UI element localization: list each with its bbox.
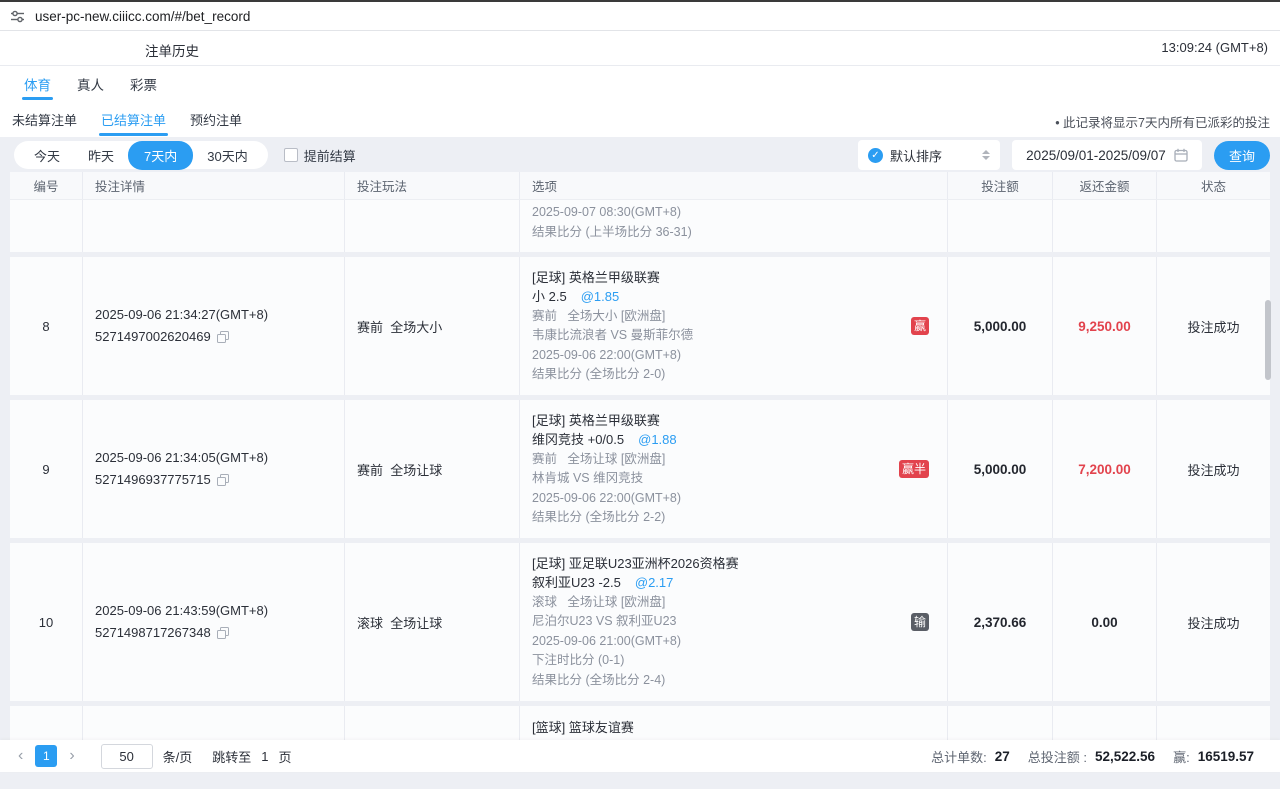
calendar-icon	[1174, 148, 1188, 162]
total-win-value: 16519.57	[1198, 749, 1254, 764]
result-badge-lose: 输	[911, 613, 929, 631]
table-row-partial-bottom: [篮球] 篮球友谊赛	[10, 706, 1270, 740]
server-clock: 13:09:24 (GMT+8)	[1161, 40, 1268, 55]
filter-right-group: ✓ 默认排序 2025/09/01-2025/09/07 查询	[858, 140, 1270, 170]
jump-page-input[interactable]: 1	[261, 749, 268, 764]
status-text: 投注成功	[1187, 460, 1239, 479]
total-count-value: 27	[995, 749, 1010, 764]
stake-amount: 5,000.00	[974, 462, 1027, 477]
option-cell: [足球] 英格兰甲级联赛 小 2.5@1.85 赛前 全场大小 [欧洲盘] 韦康…	[520, 257, 948, 395]
tab-live[interactable]: 真人	[75, 66, 106, 102]
stake-amount: 2,370.66	[974, 615, 1027, 630]
col-header-status: 状态	[1157, 172, 1270, 199]
check-icon: ✓	[868, 148, 883, 163]
top-panel: 注单历史 13:09:24 (GMT+8) 体育 真人 彩票 未结算注单 已结算…	[0, 31, 1280, 137]
stake-amount: 5,000.00	[974, 319, 1027, 334]
row-no: 10	[10, 543, 83, 701]
col-header-option: 选项	[520, 172, 948, 199]
prev-page-button[interactable]: ‹	[16, 747, 25, 765]
odds-value: @1.88	[638, 432, 677, 447]
option-cell: [篮球] 篮球友谊赛	[520, 706, 948, 740]
early-settle-label: 提前结算	[304, 146, 356, 165]
table-header-row: 编号 投注详情 投注玩法 选项 投注额 返还金额 状态	[10, 172, 1270, 200]
early-settle-option: 提前结算	[284, 146, 356, 165]
table-row[interactable]: 8 2025-09-06 21:34:27(GMT+8) 52714970026…	[10, 257, 1270, 395]
col-header-detail: 投注详情	[83, 172, 345, 199]
col-header-no: 编号	[10, 172, 83, 199]
jump-to-label: 跳转至	[212, 747, 251, 766]
category-tabs: 体育 真人 彩票	[0, 66, 1280, 102]
current-page-button[interactable]: 1	[35, 745, 57, 767]
row-no: 8	[10, 257, 83, 395]
bet-detail-cell: 2025-09-06 21:34:27(GMT+8) 5271497002620…	[83, 257, 345, 395]
bet-record-table: 编号 投注详情 投注玩法 选项 投注额 返还金额 状态 2025-09-07 0…	[10, 172, 1270, 740]
totals-summary: 总计单数: 27 总投注额 : 52,522.56 赢: 16519.57	[931, 747, 1280, 766]
vertical-scrollbar[interactable]	[1265, 300, 1271, 380]
table-row[interactable]: 9 2025-09-06 21:34:05(GMT+8) 52714969377…	[10, 400, 1270, 538]
result-badge-win: 赢	[911, 317, 929, 335]
payout-amount: 0.00	[1091, 615, 1117, 630]
subtab-unsettled[interactable]: 未结算注单	[10, 102, 79, 137]
range-week-button[interactable]: 7天内	[128, 141, 193, 170]
date-range-group: 今天 昨天 7天内 30天内	[14, 141, 268, 169]
odds-value: @1.85	[581, 289, 620, 304]
page-size-input[interactable]	[101, 744, 153, 769]
title-row: 注单历史 13:09:24 (GMT+8)	[0, 31, 1280, 66]
status-text: 投注成功	[1187, 317, 1239, 336]
url-text[interactable]: user-pc-new.ciiicc.com/#/bet_record	[35, 9, 250, 24]
table-row-partial-top: 2025-09-07 08:30(GMT+8) 结果比分 (上半场比分 36-3…	[10, 200, 1270, 252]
total-win-label: 赢:	[1173, 747, 1190, 766]
total-stake-label: 总投注额 :	[1028, 747, 1087, 766]
early-settle-checkbox[interactable]	[284, 148, 298, 162]
site-settings-icon[interactable]	[10, 9, 25, 24]
subtab-settled[interactable]: 已结算注单	[99, 102, 168, 137]
sort-select[interactable]: ✓ 默认排序	[858, 140, 1000, 170]
payout-amount: 9,250.00	[1078, 319, 1131, 334]
col-header-stake: 投注额	[948, 172, 1053, 199]
tab-lottery[interactable]: 彩票	[128, 66, 159, 102]
range-yesterday-button[interactable]: 昨天	[74, 142, 128, 169]
copy-icon[interactable]	[217, 474, 229, 486]
odds-value: @2.17	[635, 575, 674, 590]
range-today-button[interactable]: 今天	[20, 142, 74, 169]
per-page-label: 条/页	[163, 747, 193, 766]
subtab-reserved[interactable]: 预约注单	[188, 102, 244, 137]
copy-icon[interactable]	[217, 331, 229, 343]
sort-selected-value: 默认排序	[890, 146, 975, 165]
date-range-picker[interactable]: 2025/09/01-2025/09/07	[1012, 140, 1202, 170]
page-title: 注单历史	[145, 40, 199, 60]
bet-detail-cell: 2025-09-06 21:34:05(GMT+8) 5271496937775…	[83, 400, 345, 538]
sort-caret-icon	[982, 150, 990, 160]
footer-bar: ‹ 1 › 条/页 跳转至 1 页 总计单数: 27 总投注额 : 52,522…	[0, 740, 1280, 772]
filter-bar: 今天 昨天 7天内 30天内 提前结算 ✓ 默认排序 2025/09/01-20…	[14, 140, 1270, 170]
col-header-play: 投注玩法	[345, 172, 520, 199]
table-row[interactable]: 10 2025-09-06 21:43:59(GMT+8) 5271498717…	[10, 543, 1270, 701]
settlement-subtabs: 未结算注单 已结算注单 预约注单 • 此记录将显示7天内所有已派彩的投注	[0, 102, 1280, 137]
range-month-button[interactable]: 30天内	[193, 142, 261, 169]
bet-detail-cell: 2025-09-06 21:43:59(GMT+8) 5271498717267…	[83, 543, 345, 701]
bet-record-page: user-pc-new.ciiicc.com/#/bet_record 注单历史…	[0, 0, 1280, 789]
option-cell: [足球] 亚足联U23亚洲杯2026资格赛 叙利亚U23 -2.5@2.17 滚…	[520, 543, 948, 701]
pagination: ‹ 1 › 条/页 跳转至 1 页	[0, 744, 292, 769]
status-text: 投注成功	[1187, 613, 1239, 632]
next-page-button[interactable]: ›	[67, 747, 76, 765]
page-unit-label: 页	[279, 747, 292, 766]
total-count-label: 总计单数:	[931, 747, 987, 766]
option-cell: 2025-09-07 08:30(GMT+8) 结果比分 (上半场比分 36-3…	[520, 200, 948, 252]
play-cell: 赛前 全场大小	[345, 257, 520, 395]
row-no: 9	[10, 400, 83, 538]
query-button[interactable]: 查询	[1214, 141, 1270, 170]
col-header-payout: 返还金额	[1053, 172, 1157, 199]
result-badge-half-win: 赢半	[899, 460, 929, 478]
copy-icon[interactable]	[217, 627, 229, 639]
browser-address-bar: user-pc-new.ciiicc.com/#/bet_record	[0, 0, 1280, 31]
option-cell: [足球] 英格兰甲级联赛 维冈竞技 +0/0.5@1.88 赛前 全场让球 [欧…	[520, 400, 948, 538]
tab-sports[interactable]: 体育	[22, 66, 53, 102]
play-cell: 赛前 全场让球	[345, 400, 520, 538]
date-range-value: 2025/09/01-2025/09/07	[1026, 148, 1166, 163]
total-stake-value: 52,522.56	[1095, 749, 1155, 764]
play-cell: 滚球 全场让球	[345, 543, 520, 701]
record-note: • 此记录将显示7天内所有已派彩的投注	[1055, 112, 1270, 131]
payout-amount: 7,200.00	[1078, 462, 1131, 477]
